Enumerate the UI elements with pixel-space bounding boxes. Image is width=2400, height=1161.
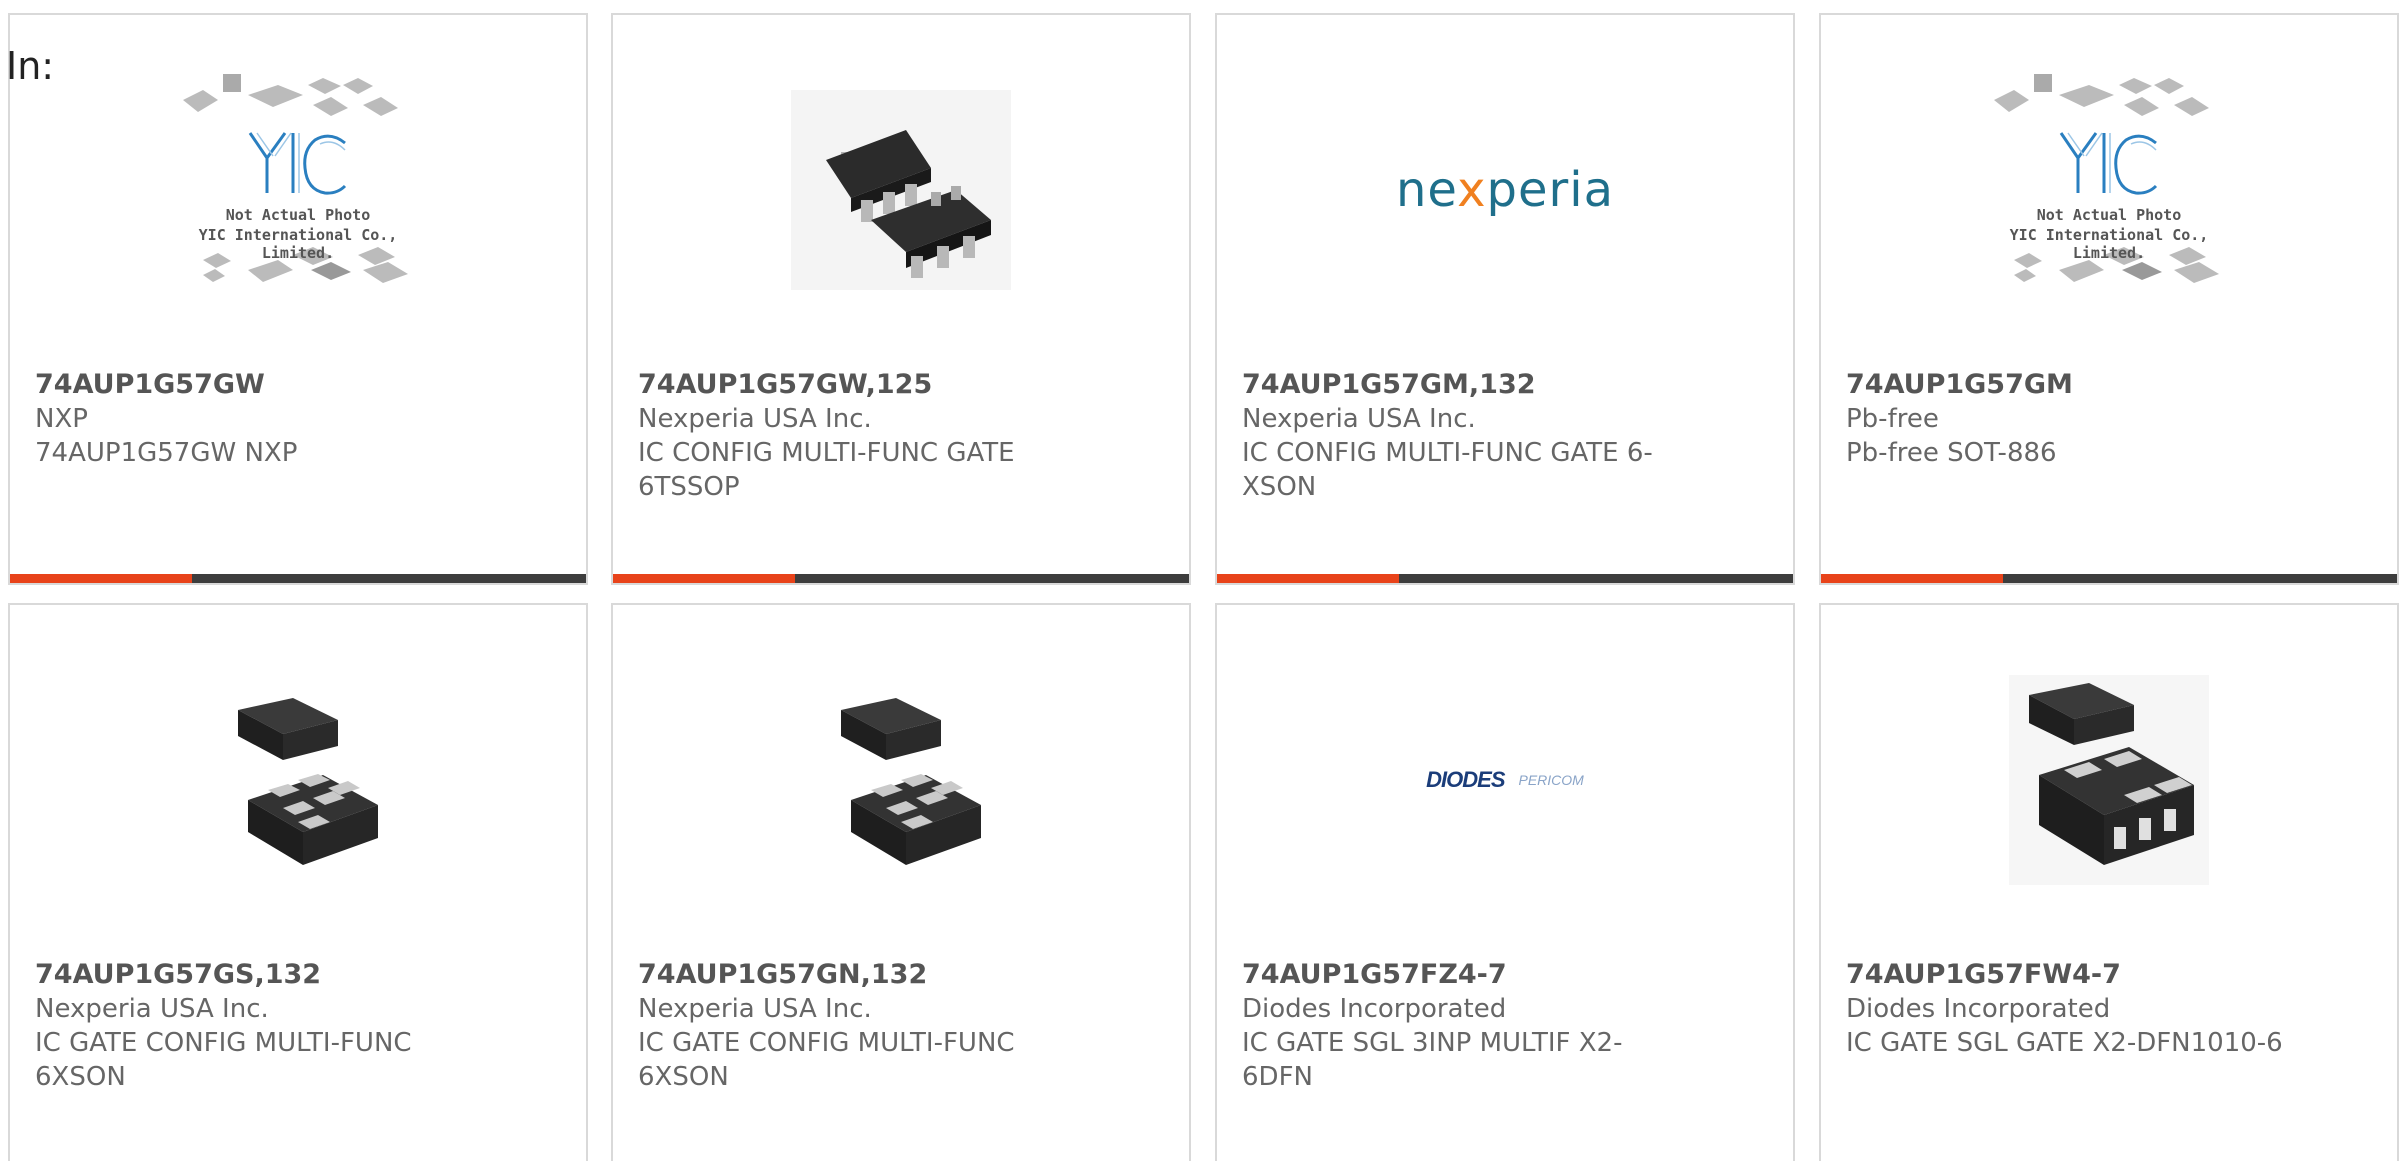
- description: 74AUP1G57GW NXP: [35, 438, 298, 468]
- dfn-package-icon: [2009, 675, 2209, 885]
- description: IC GATE CONFIG MULTI-FUNC 6XSON: [638, 1028, 1015, 1092]
- tssop-package-icon: [791, 90, 1011, 290]
- manufacturer: Nexperia USA Inc.: [638, 404, 872, 434]
- xson-package-icon: [841, 698, 981, 865]
- product-image: [613, 605, 1189, 955]
- part-number[interactable]: 74AUP1G57GM: [1846, 368, 2286, 402]
- part-number[interactable]: 74AUP1G57FW4-7: [1846, 958, 2286, 992]
- diodes-logo-icon: DIODES PERICOM: [1426, 767, 1584, 792]
- placeholder-caption: Not Actual Photo: [2036, 206, 2182, 224]
- product-card[interactable]: Not Actual Photo YIC International Co., …: [8, 13, 588, 585]
- yic-placeholder-image: Not Actual Photo YIC International Co., …: [163, 70, 433, 310]
- description: IC GATE SGL GATE X2-DFN1010-6: [1846, 1028, 2283, 1058]
- manufacturer: Diodes Incorporated: [1846, 994, 2111, 1024]
- card-footer-bar: [1217, 574, 1793, 583]
- placeholder-company: YIC International Co., Limited.: [2009, 226, 2209, 262]
- part-number[interactable]: 74AUP1G57GS,132: [35, 958, 475, 992]
- nexperia-logo-icon: nexperia: [1396, 162, 1614, 218]
- description: IC GATE CONFIG MULTI-FUNC 6XSON: [35, 1028, 412, 1092]
- product-image: [613, 15, 1189, 365]
- manufacturer: Nexperia USA Inc.: [638, 994, 872, 1024]
- filter-label: In:: [6, 44, 55, 88]
- product-card[interactable]: Not Actual Photo YIC International Co., …: [1819, 13, 2399, 585]
- description: IC GATE SGL 3INP MULTIF X2-6DFN: [1242, 1028, 1623, 1092]
- manufacturer: Pb-free: [1846, 404, 1939, 434]
- description: Pb-free SOT-886: [1846, 438, 2057, 468]
- part-number[interactable]: 74AUP1G57GN,132: [638, 958, 1078, 992]
- search-results-page: In: Not Actual Photo YIC International C…: [0, 0, 2400, 1161]
- part-number[interactable]: 74AUP1G57FZ4-7: [1242, 958, 1682, 992]
- placeholder-caption: Not Actual Photo: [225, 206, 371, 224]
- product-card[interactable]: DIODES PERICOM 74AUP1G57FZ4-7 Diodes Inc…: [1215, 603, 1795, 1161]
- product-card[interactable]: 74AUP1G57GN,132 Nexperia USA Inc. IC GAT…: [611, 603, 1191, 1161]
- product-card[interactable]: 74AUP1G57FW4-7 Diodes Incorporated IC GA…: [1819, 603, 2399, 1161]
- yic-logo-icon: [2059, 132, 2158, 195]
- description: IC CONFIG MULTI-FUNC GATE 6TSSOP: [638, 438, 1015, 502]
- manufacturer: Nexperia USA Inc.: [1242, 404, 1476, 434]
- manufacturer: NXP: [35, 404, 88, 434]
- card-footer-bar: [1821, 574, 2397, 583]
- product-image: [10, 605, 586, 955]
- product-image: [1821, 605, 2397, 955]
- product-image: DIODES PERICOM: [1217, 605, 1793, 955]
- product-card[interactable]: 74AUP1G57GS,132 Nexperia USA Inc. IC GAT…: [8, 603, 588, 1161]
- yic-placeholder-image: Not Actual Photo YIC International Co., …: [1974, 70, 2244, 310]
- card-footer-bar: [613, 574, 1189, 583]
- yic-logo-icon: [248, 132, 347, 195]
- part-number[interactable]: 74AUP1G57GM,132: [1242, 368, 1682, 402]
- product-image: nexperia: [1217, 15, 1793, 365]
- placeholder-company: YIC International Co., Limited.: [198, 226, 398, 262]
- xson-package-icon: [238, 698, 378, 865]
- manufacturer: Nexperia USA Inc.: [35, 994, 269, 1024]
- product-image: Not Actual Photo YIC International Co., …: [1821, 15, 2397, 365]
- product-card[interactable]: 74AUP1G57GW,125 Nexperia USA Inc. IC CON…: [611, 13, 1191, 585]
- card-footer-bar: [10, 574, 586, 583]
- manufacturer: Diodes Incorporated: [1242, 994, 1507, 1024]
- part-number[interactable]: 74AUP1G57GW,125: [638, 368, 1078, 402]
- product-grid: Not Actual Photo YIC International Co., …: [0, 0, 2400, 1161]
- description: IC CONFIG MULTI-FUNC GATE 6-XSON: [1242, 438, 1653, 502]
- part-number[interactable]: 74AUP1G57GW: [35, 368, 475, 402]
- product-card[interactable]: nexperia 74AUP1G57GM,132 Nexperia USA In…: [1215, 13, 1795, 585]
- product-image: Not Actual Photo YIC International Co., …: [10, 15, 586, 365]
